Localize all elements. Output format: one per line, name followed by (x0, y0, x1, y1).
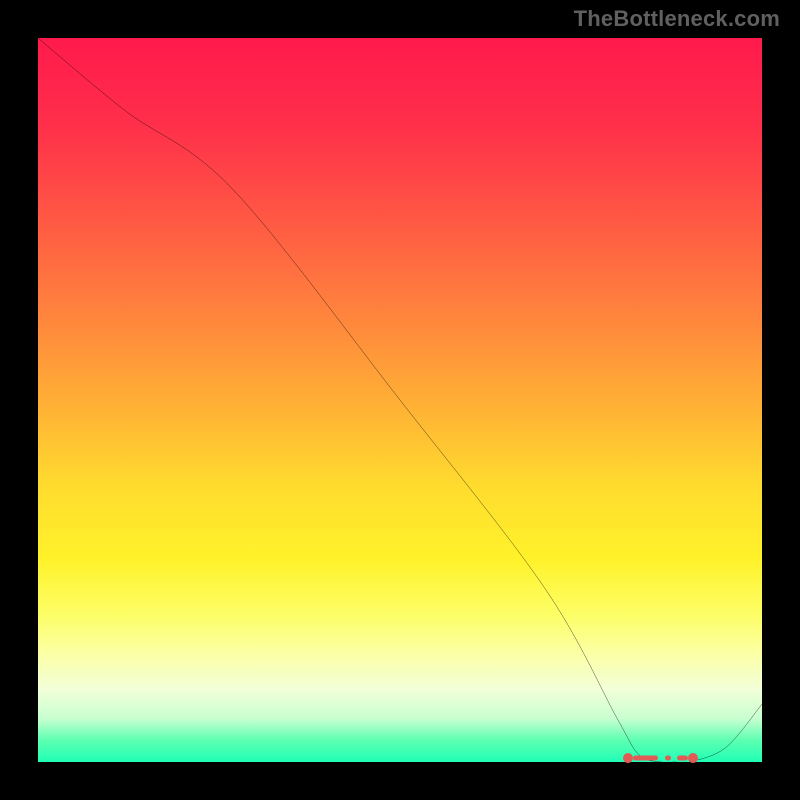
watermark-text: TheBottleneck.com (574, 6, 780, 32)
line-curve (38, 38, 762, 762)
chart-frame: TheBottleneck.com (0, 0, 800, 800)
marker-bar (633, 756, 658, 761)
marker-dot (623, 753, 633, 763)
curve-path (38, 38, 762, 762)
marker-bar (665, 756, 671, 761)
marker-bar (677, 756, 689, 761)
plot-area (38, 38, 762, 762)
marker-dot (688, 753, 698, 763)
